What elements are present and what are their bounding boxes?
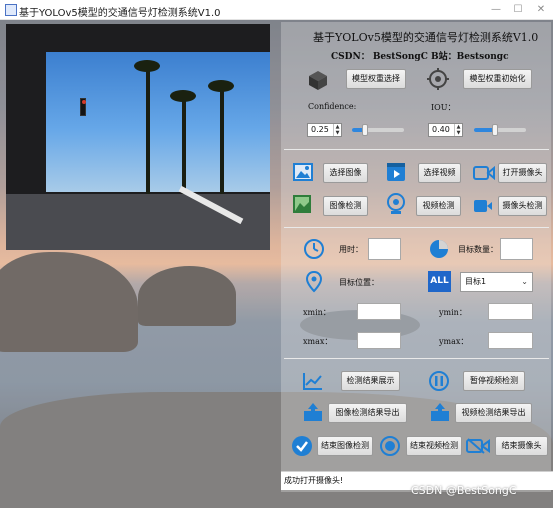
pause-video-detect-button[interactable]: 暂停视频检测 bbox=[463, 371, 525, 391]
init-weights-button[interactable]: 模型权重初始化 bbox=[463, 69, 532, 89]
video-camera-icon bbox=[473, 198, 493, 217]
video-sky bbox=[46, 52, 270, 192]
pause-icon bbox=[428, 370, 450, 396]
divider bbox=[284, 358, 549, 359]
spin-arrows-icon[interactable]: ▲ ▼ bbox=[333, 124, 341, 136]
time-field bbox=[368, 238, 401, 260]
clock-icon bbox=[303, 238, 325, 264]
close-button[interactable]: ✕ bbox=[534, 3, 548, 17]
open-camera-button[interactable]: 打开摄像头 bbox=[498, 163, 547, 183]
ymin-field bbox=[488, 303, 533, 320]
iou-slider-handle[interactable] bbox=[491, 124, 498, 136]
ymax-label: ymax： bbox=[439, 337, 469, 346]
iou-slider[interactable] bbox=[474, 124, 526, 136]
target-count-field bbox=[500, 238, 533, 260]
cube-icon bbox=[307, 69, 329, 95]
traffic-light bbox=[80, 98, 86, 116]
xmax-label: xmax： bbox=[303, 337, 333, 346]
confidence-value: 0.25 bbox=[311, 125, 329, 134]
window-title: 基于YOLOv5模型的交通信号灯检测系统V1.0 bbox=[19, 8, 221, 19]
app-heading: 基于YOLOv5模型的交通信号灯检测系统V1.0 bbox=[313, 31, 539, 44]
target-count-label: 目标数量： bbox=[458, 245, 498, 254]
camera-detect-button[interactable]: 摄像头检测 bbox=[498, 196, 547, 216]
maximize-button[interactable]: ☐ bbox=[511, 3, 525, 17]
check-circle-icon bbox=[291, 435, 313, 461]
ymin-label: ymin： bbox=[439, 308, 467, 317]
line-chart-icon bbox=[303, 372, 323, 394]
camera-off-icon bbox=[466, 438, 490, 458]
title-bar: 基于YOLOv5模型的交通信号灯检测系统V1.0 — ☐ ✕ bbox=[0, 0, 553, 20]
chevron-down-icon: ⌄ bbox=[521, 277, 528, 286]
divider bbox=[284, 227, 549, 228]
image-detect-icon bbox=[292, 194, 312, 218]
confidence-label: Confidence: bbox=[308, 102, 357, 111]
iou-value: 0.40 bbox=[432, 125, 450, 134]
export-video-results-button[interactable]: 视频检测结果导出 bbox=[455, 403, 532, 423]
iou-label: IOU： bbox=[431, 103, 456, 112]
end-video-detect-button[interactable]: 结束视频检测 bbox=[406, 436, 462, 456]
end-image-detect-button[interactable]: 结束图像检测 bbox=[317, 436, 373, 456]
select-video-button[interactable]: 选择视频 bbox=[418, 163, 461, 183]
location-pin-icon bbox=[305, 270, 323, 297]
export-video-icon bbox=[430, 402, 450, 426]
video-file-icon bbox=[386, 162, 406, 186]
show-results-button[interactable]: 检测结果展示 bbox=[341, 371, 400, 391]
image-icon bbox=[293, 163, 313, 185]
all-targets-icon: ALL bbox=[428, 271, 451, 292]
xmin-field bbox=[357, 303, 401, 320]
spin-arrows-icon[interactable]: ▲ ▼ bbox=[454, 124, 462, 136]
minimize-button[interactable]: — bbox=[489, 3, 503, 17]
xmax-field bbox=[357, 332, 401, 349]
ymax-field bbox=[488, 332, 533, 349]
target-icon bbox=[427, 68, 449, 94]
credits-line: CSDN： BestSongC B站：Bestsongc bbox=[331, 52, 509, 62]
iou-spinbox[interactable]: 0.40 ▲ ▼ bbox=[428, 123, 463, 137]
video-display bbox=[6, 24, 270, 250]
app-window: 基于YOLOv5模型的交通信号灯检测系统V1.0 — ☐ ✕ 基于YOLOv5模… bbox=[0, 0, 553, 508]
watermark: CSDN @BestSongC bbox=[411, 484, 517, 497]
target-position-label: 目标位置： bbox=[339, 278, 379, 287]
divider bbox=[284, 149, 549, 150]
end-camera-button[interactable]: 结束摄像头 bbox=[495, 436, 548, 456]
confidence-slider[interactable] bbox=[352, 124, 404, 136]
camera-icon bbox=[473, 165, 495, 184]
time-label: 用时： bbox=[339, 245, 363, 254]
pie-chart-icon bbox=[428, 238, 450, 264]
select-image-button[interactable]: 选择图像 bbox=[323, 163, 368, 183]
target-select-value: 目标1 bbox=[465, 277, 487, 286]
export-image-icon bbox=[303, 402, 323, 426]
video-road bbox=[6, 194, 270, 250]
video-detect-button[interactable]: 视频检测 bbox=[416, 196, 461, 216]
image-detect-button[interactable]: 图像检测 bbox=[323, 196, 368, 216]
select-weights-button[interactable]: 模型权重选择 bbox=[346, 69, 406, 89]
confidence-slider-handle[interactable] bbox=[362, 124, 368, 136]
xmin-label: xmin： bbox=[303, 308, 331, 317]
stop-circle-icon bbox=[379, 435, 401, 461]
confidence-spinbox[interactable]: 0.25 ▲ ▼ bbox=[307, 123, 342, 137]
export-image-results-button[interactable]: 图像检测结果导出 bbox=[328, 403, 407, 423]
webcam-icon bbox=[386, 193, 406, 219]
app-icon bbox=[5, 4, 17, 16]
target-select-dropdown[interactable]: 目标1 ⌄ bbox=[460, 272, 533, 292]
